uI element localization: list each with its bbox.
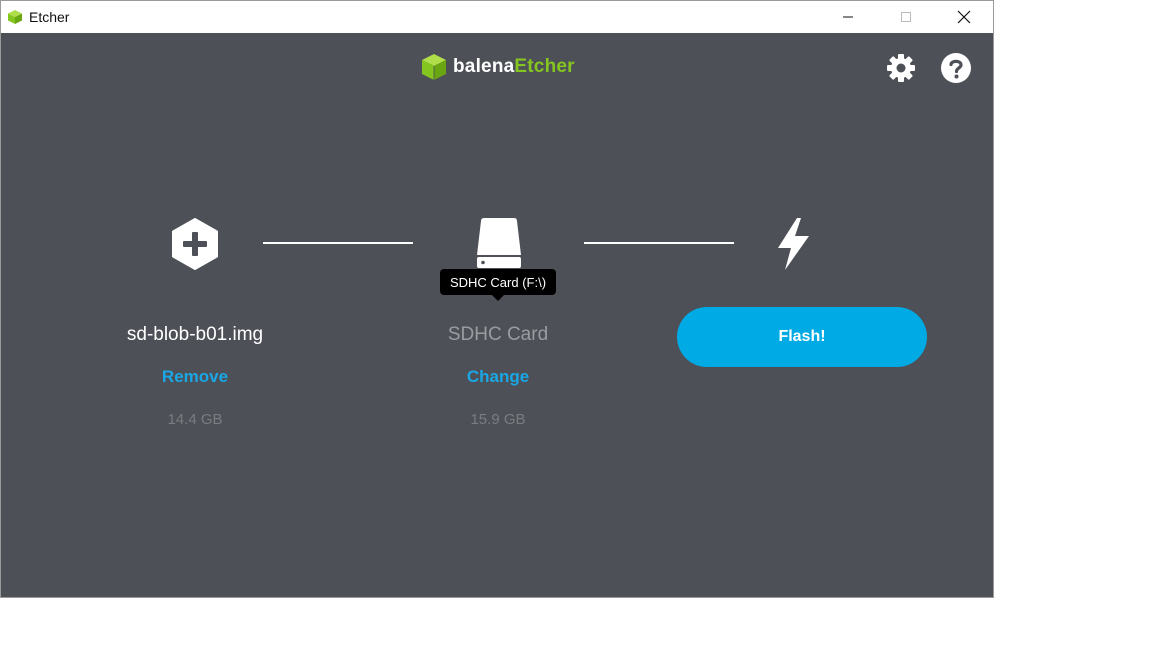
etcher-app-icon bbox=[7, 9, 23, 25]
lightning-bolt-icon bbox=[773, 217, 813, 271]
maximize-button[interactable] bbox=[877, 1, 935, 33]
brand-logo: balenaEtcher bbox=[421, 53, 575, 81]
title-bar: Etcher bbox=[1, 1, 993, 33]
drive-tooltip: SDHC Card (F:\) bbox=[440, 269, 556, 301]
etcher-window: Etcher balenaEtcher SDHC Card (F:\) sd-b… bbox=[0, 0, 994, 598]
window-controls bbox=[819, 1, 993, 33]
remove-image-link[interactable]: Remove bbox=[75, 367, 315, 387]
minimize-button[interactable] bbox=[819, 1, 877, 33]
brand-text: balenaEtcher bbox=[453, 56, 575, 78]
step-connector-1 bbox=[263, 242, 413, 244]
brand-prefix: balena bbox=[453, 56, 515, 77]
step-connector-2 bbox=[584, 242, 734, 244]
window-title: Etcher bbox=[29, 9, 70, 25]
help-icon[interactable] bbox=[939, 51, 973, 85]
drive-size: 15.9 GB bbox=[470, 411, 526, 428]
drive-icon[interactable] bbox=[475, 217, 523, 269]
plus-hexagon-icon[interactable] bbox=[169, 217, 221, 271]
brand-accent: Etcher bbox=[514, 56, 575, 77]
drive-name: SDHC Card bbox=[447, 324, 549, 345]
close-button[interactable] bbox=[935, 1, 993, 33]
app-content: balenaEtcher SDHC Card (F:\) sd-blob-b01… bbox=[1, 33, 993, 597]
balena-cube-icon bbox=[422, 54, 446, 80]
image-size: 14.4 GB bbox=[167, 411, 223, 428]
change-drive-link[interactable]: Change bbox=[378, 367, 618, 387]
flash-button[interactable]: Flash! bbox=[677, 307, 927, 367]
settings-gear-icon[interactable] bbox=[884, 51, 918, 85]
image-name: sd-blob-b01.img bbox=[126, 324, 264, 345]
